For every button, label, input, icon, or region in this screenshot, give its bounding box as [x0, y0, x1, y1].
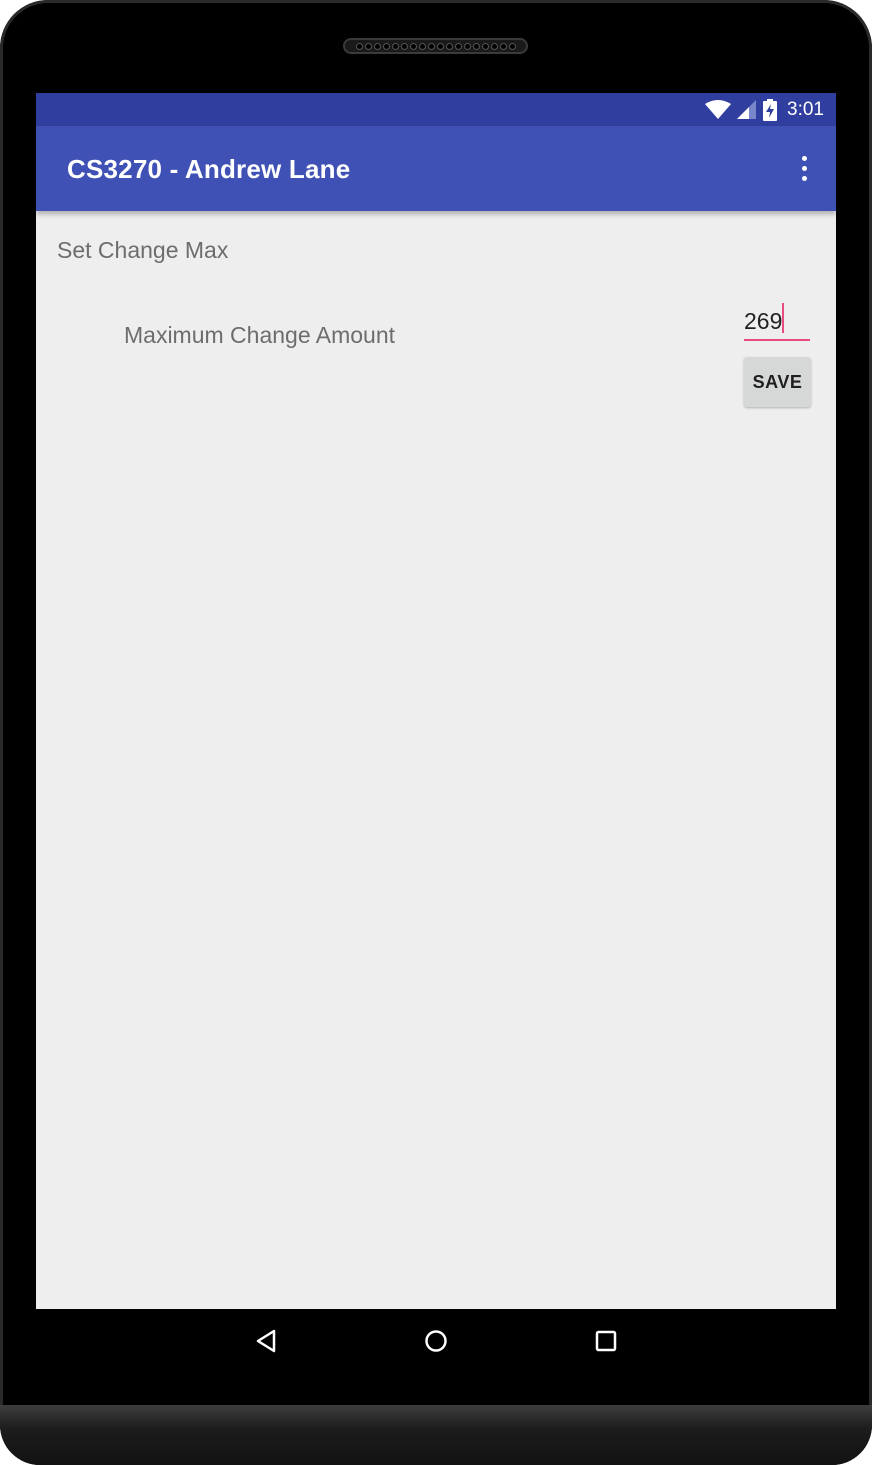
overflow-menu-icon[interactable]: [792, 153, 816, 183]
cell-signal-icon: [737, 100, 757, 119]
battery-charging-icon: [763, 99, 778, 121]
home-icon[interactable]: [420, 1325, 452, 1357]
device-frame: 3:01 CS3270 - Andrew Lane Set Change Max…: [0, 0, 872, 1465]
back-icon[interactable]: [250, 1325, 282, 1357]
status-bar: 3:01: [36, 93, 836, 126]
section-title: Set Change Max: [57, 237, 229, 263]
save-button[interactable]: SAVE: [744, 357, 811, 407]
device-chin: [0, 1405, 872, 1465]
wifi-icon: [705, 100, 732, 119]
max-change-input[interactable]: [744, 303, 810, 341]
status-time: 3:01: [787, 99, 824, 120]
status-icons: 3:01: [705, 98, 824, 122]
app-title: CS3270 - Andrew Lane: [67, 154, 351, 184]
navigation-bar: [36, 1309, 836, 1373]
max-change-label: Maximum Change Amount: [124, 322, 396, 348]
app-toolbar: CS3270 - Andrew Lane: [36, 126, 836, 211]
text-cursor: [782, 303, 784, 333]
recents-icon[interactable]: [590, 1325, 622, 1357]
app-screen: 3:01 CS3270 - Andrew Lane Set Change Max…: [36, 93, 836, 1309]
speaker-grille: [343, 38, 528, 54]
